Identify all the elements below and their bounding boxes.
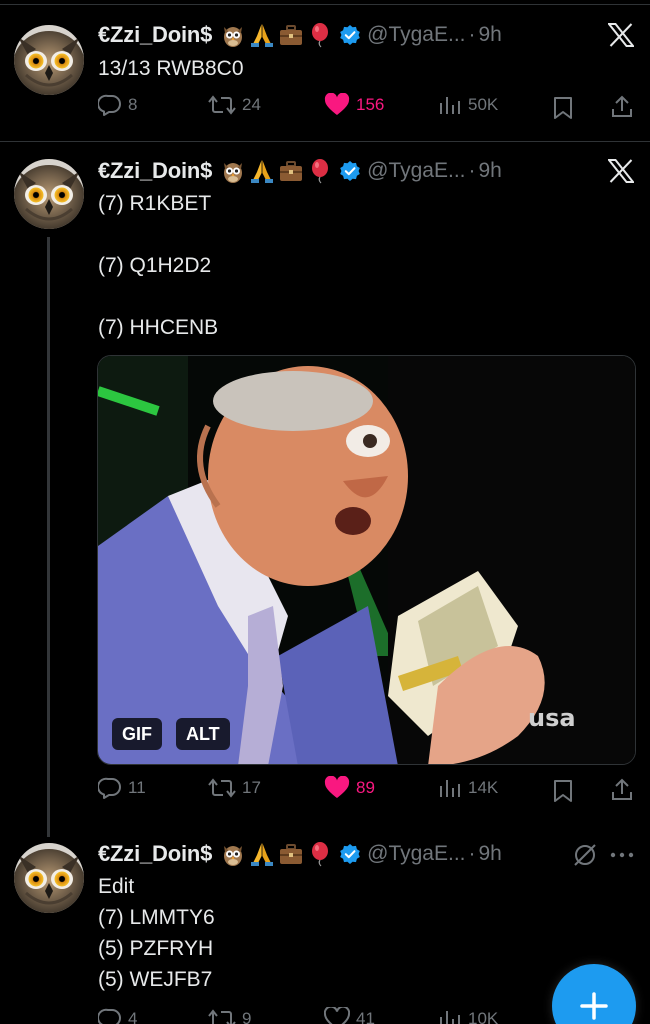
owl-emoji-icon (224, 846, 243, 866)
like-count: 156 (356, 95, 385, 114)
like-button[interactable]: 156 (324, 93, 384, 117)
tweet-header: €Zzi_Doin$ @TygaE... · 9h (98, 156, 502, 186)
more-icon[interactable] (610, 851, 634, 859)
share-icon[interactable] (610, 95, 634, 119)
balloon-emoji-icon (312, 842, 329, 867)
alt-badge[interactable]: ALT (176, 718, 230, 750)
like-count: 89 (356, 778, 375, 797)
tweet[interactable]: €Zzi_Doin$ @TygaE... · 9h 13/13 RWB8C0 8… (0, 0, 650, 143)
views-button[interactable]: 14K (438, 776, 498, 800)
like-count: 41 (356, 1009, 375, 1024)
verified-badge-icon (340, 161, 360, 181)
tweet-actions: 8 24 156 50K (98, 93, 638, 123)
briefcase-emoji-icon (280, 25, 303, 45)
reply-icon (98, 1008, 121, 1024)
heart-filled-icon (324, 776, 350, 798)
views-icon (440, 780, 460, 797)
timestamp[interactable]: 9h (479, 159, 502, 183)
repost-count: 17 (242, 778, 261, 797)
author-emojis (220, 22, 333, 48)
verified-badge-icon (340, 25, 360, 45)
avatar[interactable] (14, 159, 84, 229)
tweet-text: 13/13 RWB8C0 (98, 57, 244, 80)
balloon-emoji-icon (312, 23, 329, 48)
briefcase-emoji-icon (280, 161, 303, 181)
tweet-text: Edit (7) LMMTY6 (5) PZFRYH (5) WEJFB7 (98, 875, 215, 991)
reply-button[interactable]: 11 (98, 776, 146, 800)
repost-button[interactable]: 24 (208, 93, 261, 117)
owl-emoji-icon (224, 163, 243, 183)
reply-icon (98, 777, 121, 799)
reply-button[interactable]: 8 (98, 93, 137, 117)
view-count: 50K (468, 95, 499, 114)
bookmark-icon[interactable] (552, 96, 574, 120)
thread-line (47, 237, 50, 837)
reply-count: 11 (128, 778, 146, 797)
divider (0, 141, 650, 142)
reply-count: 8 (128, 95, 138, 114)
repost-count: 24 (242, 95, 261, 114)
like-button[interactable]: 41 (324, 1007, 375, 1024)
avatar[interactable] (14, 25, 84, 95)
repost-icon (208, 1009, 236, 1024)
share-icon[interactable] (610, 778, 634, 802)
tweet-text: (7) R1KBET (7) Q1H2D2 (7) HHCENB (98, 192, 219, 339)
verified-badge-icon (340, 844, 360, 864)
author-handle[interactable]: @TygaE... (367, 23, 465, 47)
repost-icon (208, 95, 236, 115)
balloon-emoji-icon (312, 159, 329, 184)
repost-button[interactable]: 9 (208, 1007, 251, 1024)
views-icon (440, 1011, 460, 1024)
repost-count: 9 (242, 1009, 252, 1024)
author-name[interactable]: €Zzi_Doin$ (98, 22, 212, 48)
tweet-actions: 11 17 89 14K (98, 776, 638, 806)
view-count: 14K (468, 778, 499, 797)
views-button[interactable]: 10K (438, 1007, 498, 1024)
gif-media[interactable]: usa GIF ALT (97, 355, 636, 765)
grok-icon[interactable] (572, 842, 598, 868)
reply-icon (98, 94, 121, 116)
gif-image: usa (98, 356, 635, 764)
author-handle[interactable]: @TygaE... (367, 842, 465, 866)
separator: · (468, 23, 476, 46)
views-icon (440, 97, 460, 114)
repost-icon (208, 778, 236, 798)
x-logo-icon[interactable] (608, 23, 634, 47)
owl-emoji-icon (224, 27, 243, 47)
folded-hands-emoji-icon (251, 160, 274, 183)
like-button[interactable]: 89 (324, 776, 375, 800)
x-logo-icon[interactable] (608, 159, 634, 183)
heart-filled-icon (324, 93, 350, 115)
bookmark-icon[interactable] (552, 779, 574, 803)
author-handle[interactable]: @TygaE... (367, 159, 465, 183)
author-name[interactable]: €Zzi_Doin$ (98, 841, 212, 867)
view-count: 10K (468, 1009, 499, 1024)
avatar[interactable] (14, 843, 84, 913)
gif-badge[interactable]: GIF (112, 718, 162, 750)
reply-count: 4 (128, 1009, 138, 1024)
separator: · (468, 842, 476, 865)
repost-button[interactable]: 17 (208, 776, 261, 800)
folded-hands-emoji-icon (251, 843, 274, 866)
tweet-header: €Zzi_Doin$ @TygaE... · 9h (98, 20, 502, 50)
tweet[interactable]: €Zzi_Doin$ @TygaE... · 9h (7) R1KBET (7)… (0, 143, 650, 837)
author-emojis (220, 158, 333, 184)
separator: · (468, 159, 476, 182)
views-button[interactable]: 50K (438, 93, 498, 117)
author-name[interactable]: €Zzi_Doin$ (98, 158, 212, 184)
folded-hands-emoji-icon (251, 24, 274, 47)
gif-watermark: usa (528, 704, 576, 732)
heart-outline-icon (324, 1007, 350, 1024)
timestamp[interactable]: 9h (479, 23, 502, 47)
tweet-header: €Zzi_Doin$ @TygaE... · 9h (98, 839, 502, 869)
author-emojis (220, 841, 333, 867)
briefcase-emoji-icon (280, 844, 303, 864)
plus-icon (580, 992, 608, 1020)
timestamp[interactable]: 9h (479, 842, 502, 866)
reply-button[interactable]: 4 (98, 1007, 137, 1024)
